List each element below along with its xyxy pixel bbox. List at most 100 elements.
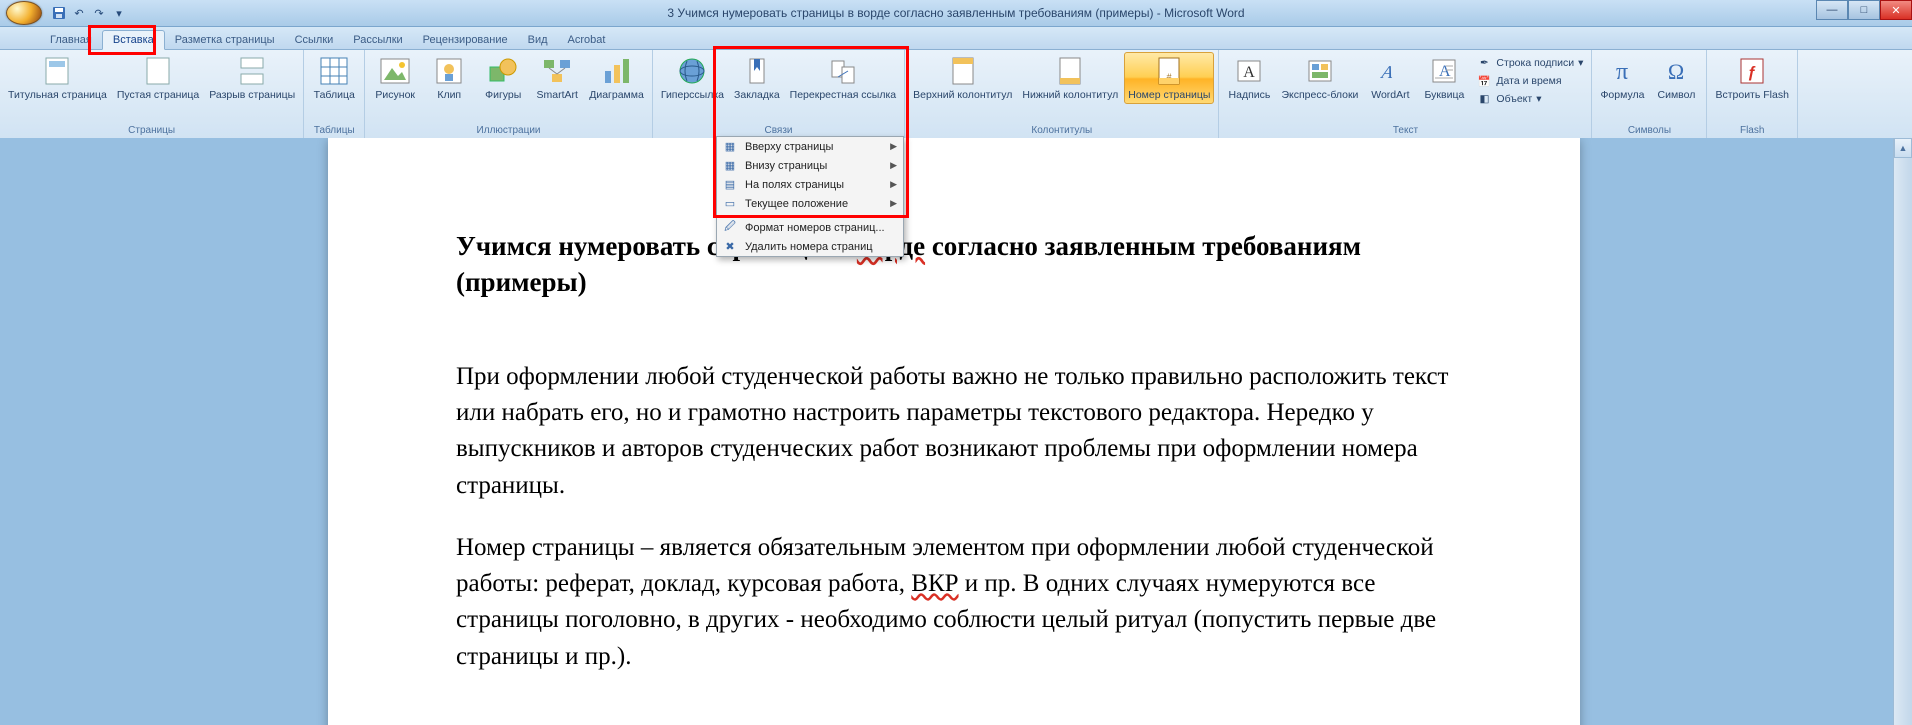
svg-text:π: π <box>1616 59 1628 85</box>
menu-current-position[interactable]: ▭Текущее положение▶ <box>717 194 903 213</box>
submenu-arrow-icon: ▶ <box>890 160 897 171</box>
group-illustrations: Рисунок Клип Фигуры SmartArt Диаграмма И… <box>365 50 653 138</box>
tab-references[interactable]: Ссылки <box>285 31 344 49</box>
menu-page-margins[interactable]: ▤На полях страницы▶ <box>717 175 903 194</box>
page-break-icon <box>236 55 268 87</box>
format-icon: 🖉 <box>721 220 739 236</box>
group-links: Гиперссылка Закладка Перекрестная ссылка… <box>653 50 905 138</box>
tab-view[interactable]: Вид <box>518 31 558 49</box>
date-time-button[interactable]: 📅Дата и время <box>1472 72 1565 90</box>
group-flash: ƒВстроить Flash Flash <box>1707 50 1797 138</box>
footer-button[interactable]: Нижний колонтитул <box>1018 52 1122 104</box>
doc-paragraph-2: Номер страницы – является обязательным э… <box>456 530 1472 675</box>
table-icon <box>318 55 350 87</box>
ribbon: Титульная страница Пустая страница Разры… <box>0 50 1912 139</box>
submenu-arrow-icon: ▶ <box>890 198 897 209</box>
menu-remove-page-numbers[interactable]: ✖Удалить номера страниц <box>717 237 903 256</box>
page-top-icon: ▦ <box>721 139 739 155</box>
window-title: 3 Учимся нумеровать страницы в ворде сог… <box>0 6 1912 20</box>
tab-insert[interactable]: Вставка <box>102 30 165 50</box>
tab-mailings[interactable]: Рассылки <box>343 31 412 49</box>
group-header-footer: Верхний колонтитул Нижний колонтитул #Но… <box>905 50 1219 138</box>
qat-save-icon[interactable] <box>50 4 68 22</box>
current-pos-icon: ▭ <box>721 196 739 212</box>
tab-review[interactable]: Рецензирование <box>413 31 518 49</box>
svg-text:A: A <box>1380 62 1396 82</box>
doc-paragraph-1: При оформлении любой студенческой работы… <box>456 359 1472 504</box>
document-content: Учимся нумеровать страницы в ворде согла… <box>328 138 1580 725</box>
chart-button[interactable]: Диаграмма <box>585 52 648 104</box>
office-button[interactable] <box>6 1 42 25</box>
qat-dropdown-icon[interactable]: ▾ <box>110 4 128 22</box>
cover-page-button[interactable]: Титульная страница <box>4 52 111 104</box>
cover-page-icon <box>41 55 73 87</box>
quick-access-toolbar: ↶ ↷ ▾ <box>0 1 128 25</box>
dropcap-icon: A <box>1428 55 1460 87</box>
wordart-button[interactable]: AWordArt <box>1364 52 1416 104</box>
header-icon <box>947 55 979 87</box>
vertical-scrollbar[interactable]: ▲ <box>1893 138 1912 725</box>
shapes-button[interactable]: Фигуры <box>477 52 529 104</box>
page-bottom-icon: ▦ <box>721 158 739 174</box>
hyperlink-button[interactable]: Гиперссылка <box>657 52 728 104</box>
bookmark-button[interactable]: Закладка <box>730 52 784 104</box>
menu-bottom-of-page[interactable]: ▦Внизу страницы▶ <box>717 156 903 175</box>
dropcap-button[interactable]: AБуквица <box>1418 52 1470 104</box>
blank-page-icon <box>142 55 174 87</box>
omega-icon: Ω <box>1660 55 1692 87</box>
page-margin-icon: ▤ <box>721 177 739 193</box>
symbol-button[interactable]: ΩСимвол <box>1650 52 1702 104</box>
smartart-button[interactable]: SmartArt <box>531 52 583 104</box>
close-button[interactable]: ✕ <box>1880 0 1912 20</box>
globe-icon <box>676 55 708 87</box>
minimize-button[interactable]: — <box>1816 0 1848 20</box>
textbox-icon: A <box>1233 55 1265 87</box>
crossref-icon <box>827 55 859 87</box>
equation-button[interactable]: πФормула <box>1596 52 1648 104</box>
quickparts-button[interactable]: Экспресс-блоки <box>1277 52 1362 104</box>
document-area: Учимся нумеровать страницы в ворде согла… <box>0 138 1912 725</box>
scroll-up-button[interactable]: ▲ <box>1894 138 1912 158</box>
ribbon-tabs: Главная Вставка Разметка страницы Ссылки… <box>0 27 1912 50</box>
group-pages: Титульная страница Пустая страница Разры… <box>0 50 304 138</box>
page-break-button[interactable]: Разрыв страницы <box>205 52 299 104</box>
embed-flash-button[interactable]: ƒВстроить Flash <box>1711 52 1792 104</box>
shapes-icon <box>487 55 519 87</box>
titlebar: ↶ ↷ ▾ 3 Учимся нумеровать страницы в вор… <box>0 0 1912 27</box>
group-symbols: πФормула ΩСимвол Символы <box>1592 50 1707 138</box>
group-text: AНадпись Экспресс-блоки AWordArt AБуквиц… <box>1219 50 1592 138</box>
qat-redo-icon[interactable]: ↷ <box>90 4 108 22</box>
pi-icon: π <box>1606 55 1638 87</box>
signature-line-button[interactable]: ✒Строка подписи ▾ <box>1472 54 1587 72</box>
object-button[interactable]: ◧Объект ▾ <box>1472 90 1545 108</box>
flash-icon: ƒ <box>1736 55 1768 87</box>
text-extras: ✒Строка подписи ▾ 📅Дата и время ◧Объект … <box>1472 52 1587 108</box>
submenu-arrow-icon: ▶ <box>890 141 897 152</box>
picture-button[interactable]: Рисунок <box>369 52 421 104</box>
qat-undo-icon[interactable]: ↶ <box>70 4 88 22</box>
blank-page-button[interactable]: Пустая страница <box>113 52 203 104</box>
tab-home[interactable]: Главная <box>40 31 102 49</box>
maximize-button[interactable]: □ <box>1848 0 1880 20</box>
table-button[interactable]: Таблица <box>308 52 360 104</box>
crossref-button[interactable]: Перекрестная ссылка <box>786 52 900 104</box>
calendar-icon: 📅 <box>1476 73 1492 89</box>
menu-top-of-page[interactable]: ▦Вверху страницы▶ <box>717 137 903 156</box>
page-number-button[interactable]: #Номер страницы <box>1124 52 1214 104</box>
clipart-button[interactable]: Клип <box>423 52 475 104</box>
svg-text:Ω: Ω <box>1668 59 1684 84</box>
tab-acrobat[interactable]: Acrobat <box>558 31 616 49</box>
clipart-icon <box>433 55 465 87</box>
textbox-button[interactable]: AНадпись <box>1223 52 1275 104</box>
menu-separator <box>743 215 901 216</box>
svg-text:A: A <box>1244 64 1256 81</box>
picture-icon <box>379 55 411 87</box>
wordart-icon: A <box>1374 55 1406 87</box>
document-page[interactable]: Учимся нумеровать страницы в ворде согла… <box>328 138 1580 725</box>
header-button[interactable]: Верхний колонтитул <box>909 52 1016 104</box>
signature-icon: ✒ <box>1476 55 1492 71</box>
menu-format-page-numbers[interactable]: 🖉Формат номеров страниц... <box>717 218 903 237</box>
doc-heading: Учимся нумеровать страницы в ворде согла… <box>456 228 1472 301</box>
tab-layout[interactable]: Разметка страницы <box>165 31 285 49</box>
page-number-icon: # <box>1153 55 1185 87</box>
